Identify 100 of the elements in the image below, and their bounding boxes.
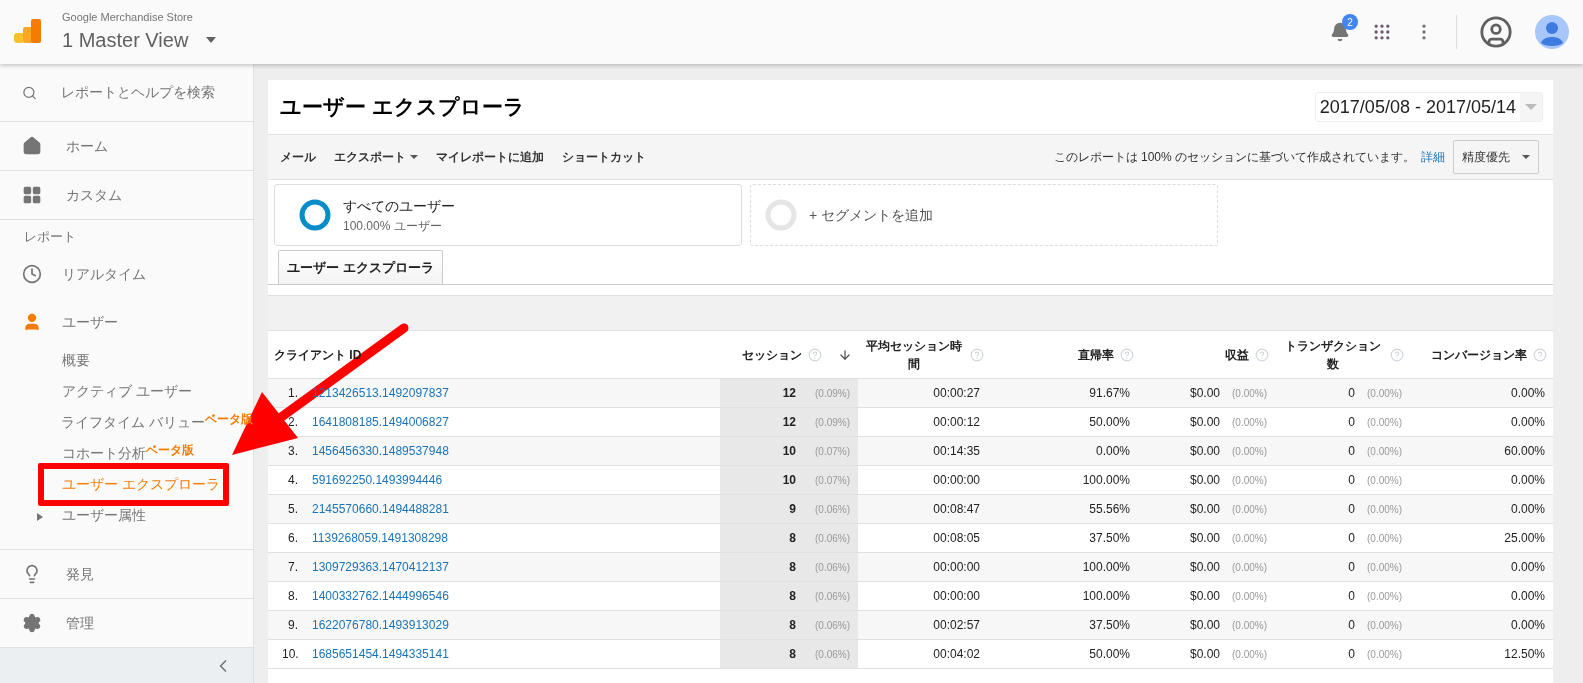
table-cell-text: (0.00%) [1232, 444, 1267, 459]
nav-subitem[interactable]: ユーザー属性 [62, 506, 146, 527]
nav-subitem[interactable]: ユーザー エクスプローラ [62, 475, 220, 496]
client-id-link[interactable]: 1641808185.1494006827 [312, 413, 449, 431]
client-id-link[interactable]: 591692250.1493994446 [312, 471, 443, 489]
settings-icon [22, 613, 42, 633]
table-cell-text: 00:08:47 [933, 501, 980, 518]
person-icon [22, 312, 42, 332]
nav-item[interactable]: ホーム [66, 135, 108, 157]
toolbar-button[interactable]: ショートカット [562, 148, 646, 166]
client-id-link[interactable]: 2145570660.1494488281 [312, 500, 449, 518]
table-cell-text: $0.00 [1189, 501, 1220, 518]
toolbar-button[interactable]: メール [280, 148, 316, 166]
client-id-link[interactable]: 1139268059.1491308298 [312, 529, 448, 547]
table-cell-text: 0 [1348, 414, 1355, 431]
segment-subtitle: 100.00% ユーザー [343, 217, 443, 235]
table-cell-text: 91.67% [1089, 385, 1130, 402]
table-cell-text: (0.09%) [814, 386, 850, 401]
table-cell-text: (0.06%) [814, 618, 850, 633]
column-header[interactable]: セッション [742, 345, 802, 364]
table-cell-text: $0.00 [1189, 530, 1220, 547]
table-cell-text: (0.00%) [1367, 531, 1402, 546]
report-tab[interactable]: ユーザー エクスプローラ [278, 250, 443, 284]
table-cell-text: 12 [782, 414, 796, 431]
nav-item[interactable]: リアルタイム [62, 263, 146, 285]
table-cell-text: (0.00%) [1232, 473, 1267, 488]
segment-name: すべてのユーザー [343, 196, 455, 216]
row-number: 3. [287, 443, 298, 460]
clock-icon [22, 264, 42, 284]
table-cell-text: 0.00% [1510, 385, 1545, 402]
table-cell-text: (0.07%) [814, 444, 850, 459]
table-cell-text: (0.00%) [1367, 647, 1402, 662]
nav-item[interactable]: 発見 [66, 563, 94, 585]
table-cell-text: $0.00 [1189, 588, 1220, 605]
segment-card[interactable]: すべてのユーザー 100.00% ユーザー [274, 184, 742, 246]
table-cell-text: 00:00:00 [933, 588, 980, 605]
column-header[interactable]: 収益 [1225, 345, 1249, 364]
table-cell-text: $0.00 [1189, 414, 1220, 431]
column-header[interactable]: コンバージョン率 [1431, 345, 1527, 364]
table-cell-text: $0.00 [1189, 472, 1220, 489]
table-cell-text: (0.00%) [1232, 415, 1267, 430]
table-cell-text: (0.00%) [1232, 647, 1267, 662]
table-cell-text: $0.00 [1189, 385, 1220, 402]
view-selector[interactable]: 1 Master View [62, 25, 189, 56]
table-cell-text: 55.56% [1089, 501, 1130, 518]
table-cell-text: (0.00%) [1367, 473, 1402, 488]
table-cell-text: 0.00% [1095, 443, 1130, 460]
column-header[interactable]: 直帰率 [1078, 345, 1114, 364]
nav-item[interactable]: ユーザー [62, 311, 118, 333]
nav-item[interactable]: カスタム [66, 184, 122, 206]
nav-subitem[interactable]: 概要 [62, 351, 90, 372]
dropdown-caret-icon [1522, 155, 1530, 159]
precision-dropdown[interactable]: 精度優先 [1453, 140, 1539, 174]
details-link[interactable]: 詳細 [1421, 148, 1445, 166]
search-field[interactable]: レポートとヘルプを検索 [61, 82, 231, 103]
avatar-icon[interactable] [1535, 15, 1569, 49]
client-id-link[interactable]: 1309729363.1470412137 [312, 558, 449, 576]
client-id-link[interactable]: 1456456330.1489537948 [312, 442, 449, 460]
table-cell-text: 0 [1348, 646, 1355, 663]
date-range-picker[interactable]: 2017/05/08 - 2017/05/14 [1314, 92, 1543, 122]
table-cell-text: 0.00% [1510, 588, 1545, 605]
table-cell-text: (0.06%) [814, 560, 850, 575]
row-number: 4. [287, 472, 298, 489]
table-cell-text: 12.50% [1504, 646, 1545, 663]
toolbar-button[interactable]: マイレポートに追加 [436, 148, 544, 166]
table-cell-text: 0 [1348, 588, 1355, 605]
report-title: ユーザー エクスプローラ [280, 94, 525, 121]
add-segment-label: + セグメントを追加 [809, 205, 934, 225]
nav-subitem[interactable]: アクティブ ユーザー [62, 382, 192, 403]
client-id-link[interactable]: 1622076780.1493913029 [312, 616, 449, 634]
table-cell-text: 00:08:05 [933, 530, 980, 547]
dropdown-caret-icon[interactable] [206, 37, 217, 44]
client-id-link[interactable]: 1400332762.1444996546 [312, 587, 449, 605]
column-header[interactable]: トランザクション数 [1281, 336, 1384, 373]
apps-grid-icon[interactable] [1372, 22, 1392, 42]
nav-subitem[interactable]: コホート分析 [62, 444, 146, 465]
column-header[interactable]: クライアント ID [274, 345, 362, 364]
row-number: 5. [287, 501, 298, 518]
table-cell-text: 00:00:27 [933, 385, 980, 402]
row-number: 9. [287, 617, 298, 634]
table-cell-text: $0.00 [1189, 443, 1220, 460]
column-header[interactable]: 平均セッション時間 [864, 336, 964, 373]
nav-item[interactable]: 管理 [66, 612, 94, 634]
nav-subitem[interactable]: ライフタイム バリュー [61, 413, 205, 434]
table-cell-text: (0.00%) [1232, 560, 1267, 575]
account-icon[interactable] [1479, 15, 1513, 49]
table-cell-text: 50.00% [1089, 646, 1130, 663]
table-cell-text: 00:00:12 [933, 414, 980, 431]
client-id-link[interactable]: 1685651454.1494335141 [312, 645, 449, 663]
table-cell-text: 37.50% [1089, 617, 1130, 634]
row-number: 8. [287, 588, 298, 605]
table-cell-text: (0.00%) [1367, 560, 1402, 575]
add-segment-card[interactable]: + セグメントを追加 [750, 184, 1218, 246]
table-cell-text: (0.00%) [1232, 531, 1267, 546]
toolbar-button[interactable]: エクスポート [334, 148, 418, 166]
table-cell-text: 00:04:02 [933, 646, 980, 663]
row-number: 2. [287, 414, 298, 431]
table-cell-text: 0.00% [1510, 472, 1545, 489]
table-cell-text: 8 [789, 646, 796, 663]
expand-arrow-icon[interactable] [36, 511, 44, 522]
